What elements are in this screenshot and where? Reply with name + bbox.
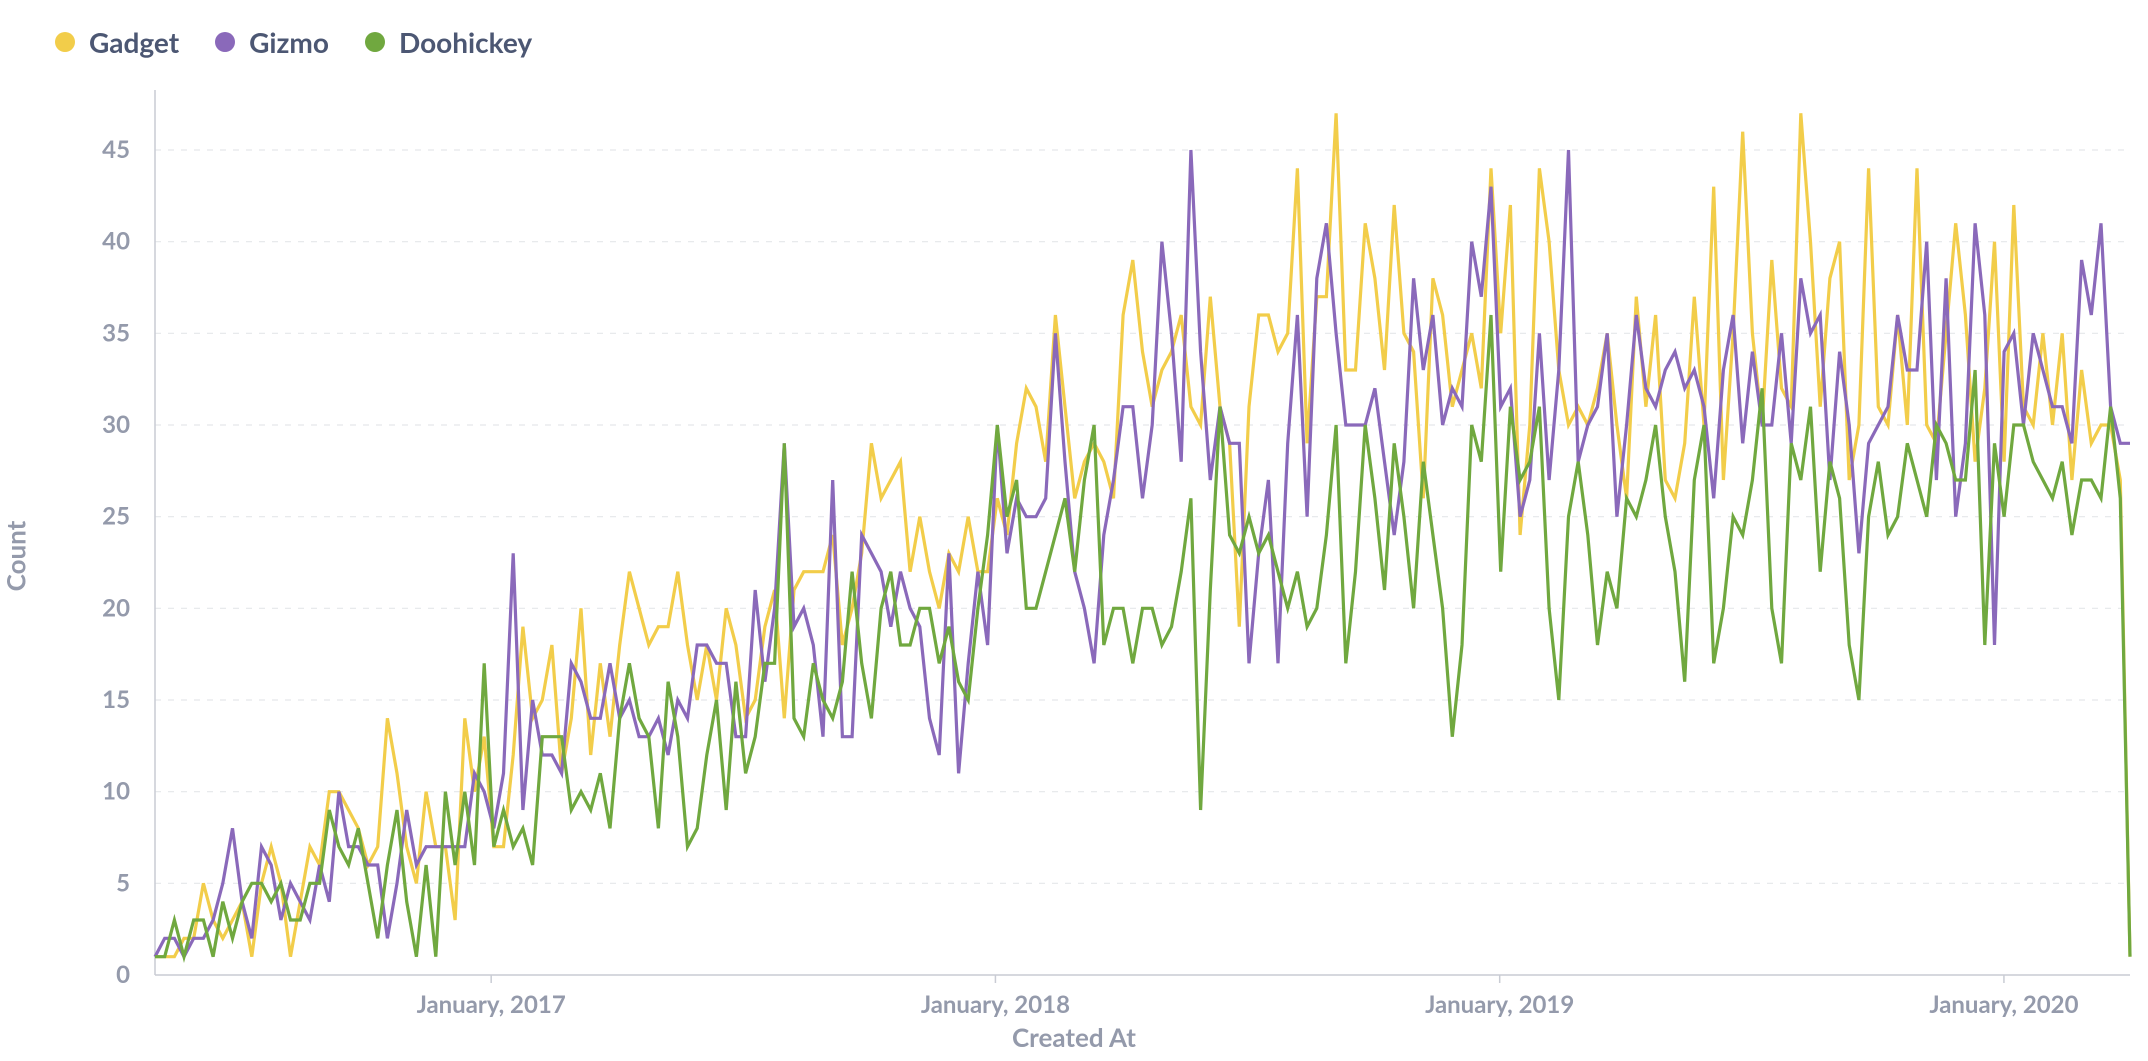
x-tick-label: January, 2020	[1929, 990, 2078, 1019]
y-axis-title-wrap: Count	[10, 0, 50, 1061]
y-tick-label: 35	[102, 318, 130, 347]
y-tick-label: 30	[102, 410, 130, 439]
y-tick-label: 0	[116, 960, 130, 989]
chart-container: Gadget Gizmo Doohickey 05101520253035404…	[0, 0, 2148, 1061]
y-tick-label: 45	[102, 135, 130, 164]
y-tick-label: 20	[102, 593, 130, 622]
x-tick-label: January, 2018	[921, 990, 1070, 1019]
y-tick-label: 40	[102, 227, 130, 256]
y-tick-label: 25	[102, 502, 130, 531]
x-tick-label: January, 2019	[1425, 990, 1574, 1019]
x-axis-title: Created At	[0, 1021, 2148, 1053]
y-tick-label: 10	[102, 777, 130, 806]
y-axis-title: Count	[0, 521, 31, 592]
x-tick-label: January, 2017	[417, 990, 566, 1019]
y-tick-label: 15	[102, 685, 130, 714]
chart-plot[interactable]: 0 5 10 15 20 25 30 35 40 45 January, 2017 January, …	[0, 0, 2148, 1061]
y-tick-label: 5	[116, 868, 130, 897]
